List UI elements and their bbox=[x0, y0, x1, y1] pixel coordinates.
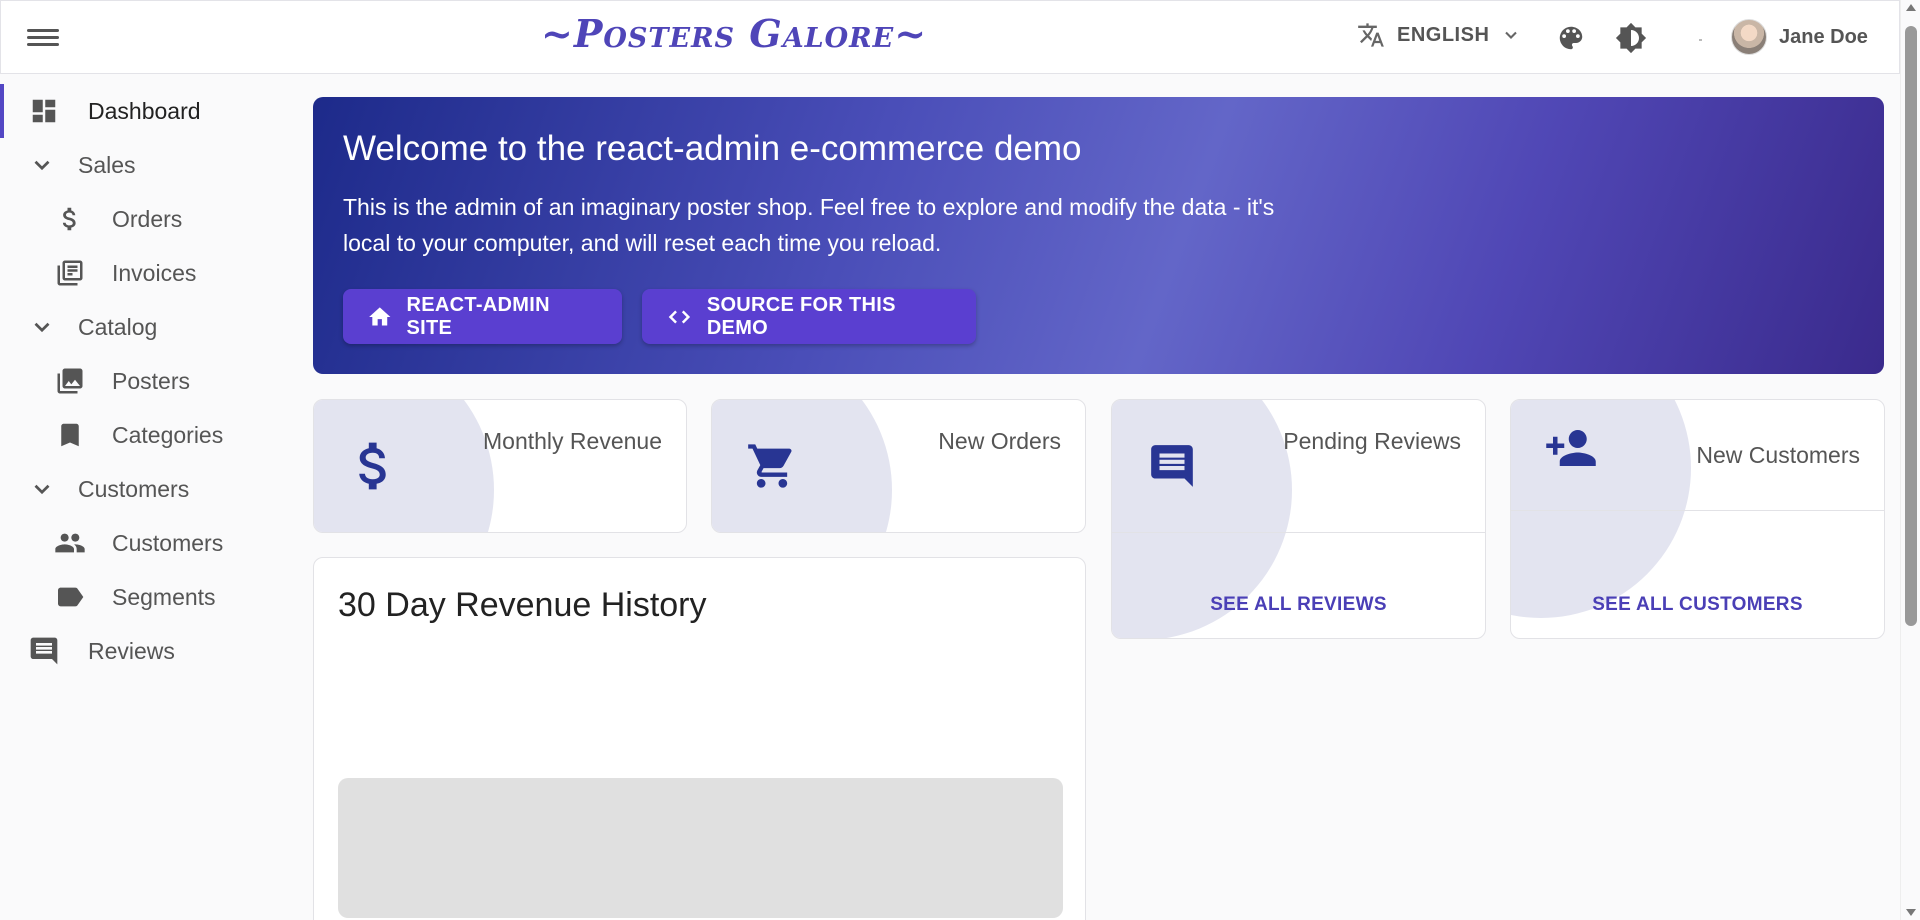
see-all-customers-link[interactable]: SEE ALL CUSTOMERS bbox=[1511, 594, 1884, 616]
sidebar-group-customers[interactable]: Customers bbox=[0, 462, 290, 516]
theme-palette-button[interactable] bbox=[1553, 20, 1589, 56]
palette-icon bbox=[1559, 26, 1583, 50]
sidebar-item-label: Segments bbox=[112, 583, 216, 610]
sidebar-item-label: Dashboard bbox=[88, 97, 201, 124]
chevron-down-icon bbox=[26, 473, 58, 505]
sidebar-item-label: Categories bbox=[112, 421, 224, 448]
person-add-icon bbox=[1541, 418, 1601, 478]
chevron-down-icon bbox=[1505, 31, 1518, 39]
sidebar-item-orders[interactable]: Orders bbox=[0, 192, 290, 246]
app-bar: ~Posters Galore~ ENGLISH Jane Doe bbox=[0, 0, 1900, 74]
see-all-reviews-link[interactable]: SEE ALL REVIEWS bbox=[1112, 594, 1485, 616]
label-icon bbox=[54, 581, 86, 613]
sidebar-item-customers[interactable]: Customers bbox=[0, 516, 290, 570]
brand-title: ~Posters Galore~ bbox=[541, 11, 928, 56]
avatar bbox=[1731, 19, 1767, 55]
button-label: SOURCE FOR THIS DEMO bbox=[706, 293, 896, 339]
brightness-icon bbox=[1615, 22, 1647, 54]
stat-title: New Orders bbox=[938, 428, 1061, 454]
dashboard-icon bbox=[28, 95, 60, 127]
user-menu[interactable]: Jane Doe bbox=[1731, 19, 1868, 55]
sidebar-item-categories[interactable]: Categories bbox=[0, 408, 290, 462]
dollar-icon bbox=[54, 203, 86, 235]
sidebar-item-dashboard[interactable]: Dashboard bbox=[0, 84, 290, 138]
welcome-text: This is the admin of an imaginary poster… bbox=[343, 194, 1275, 256]
stat-title: New Customers bbox=[1696, 442, 1860, 468]
scroll-thumb[interactable] bbox=[1905, 26, 1917, 626]
shopping-cart-icon bbox=[742, 436, 802, 496]
sidebar-group-catalog[interactable]: Catalog bbox=[0, 300, 290, 354]
invoices-icon bbox=[54, 257, 86, 289]
welcome-title: Welcome to the react-admin e-commerce de… bbox=[343, 129, 1082, 168]
dollar-icon bbox=[344, 436, 404, 496]
code-icon bbox=[668, 310, 691, 323]
home-icon bbox=[369, 306, 391, 326]
source-for-demo-button[interactable]: SOURCE FOR THIS DEMO bbox=[642, 289, 976, 344]
sidebar-group-label: Sales bbox=[78, 151, 136, 178]
comment-icon bbox=[28, 635, 60, 667]
sidebar-item-label: Customers bbox=[112, 529, 224, 556]
revenue-history-card: 30 Day Revenue History bbox=[313, 557, 1086, 920]
image-collection-icon bbox=[54, 365, 86, 397]
new-customers-card: New Customers SEE ALL CUSTOMERS bbox=[1510, 399, 1885, 639]
scroll-down-arrow[interactable] bbox=[1906, 909, 1916, 916]
stat-title: Pending Reviews bbox=[1283, 428, 1461, 454]
bookmark-icon bbox=[54, 419, 86, 451]
sidebar-item-posters[interactable]: Posters bbox=[0, 354, 290, 408]
sidebar-item-reviews[interactable]: Reviews bbox=[0, 624, 290, 678]
sidebar-group-label: Customers bbox=[78, 475, 190, 502]
language-label: ENGLISH bbox=[1397, 23, 1490, 46]
sidebar-item-segments[interactable]: Segments bbox=[0, 570, 290, 624]
pending-reviews-card: Pending Reviews SEE ALL REVIEWS bbox=[1111, 399, 1486, 639]
new-orders-card[interactable]: New Orders bbox=[711, 399, 1086, 533]
menu-icon[interactable] bbox=[27, 25, 59, 51]
chart-loading-placeholder bbox=[338, 778, 1063, 918]
chevron-down-icon bbox=[26, 311, 58, 343]
sidebar-item-label: Posters bbox=[112, 367, 190, 394]
divider-dot bbox=[1699, 39, 1702, 41]
user-name: Jane Doe bbox=[1779, 25, 1868, 48]
sidebar-item-label: Invoices bbox=[112, 259, 197, 286]
card-divider bbox=[1511, 510, 1884, 511]
sidebar-item-label: Orders bbox=[112, 205, 183, 232]
people-icon bbox=[54, 527, 86, 559]
revenue-history-title: 30 Day Revenue History bbox=[338, 586, 707, 624]
translate-icon bbox=[1358, 23, 1384, 47]
comment-icon bbox=[1142, 436, 1202, 496]
chevron-down-icon bbox=[26, 149, 58, 181]
dark-mode-button[interactable] bbox=[1613, 20, 1649, 56]
language-selector[interactable]: ENGLISH bbox=[1357, 21, 1521, 49]
sidebar-group-label: Catalog bbox=[78, 313, 158, 340]
sidebar-item-invoices[interactable]: Invoices bbox=[0, 246, 290, 300]
monthly-revenue-card[interactable]: Monthly Revenue bbox=[313, 399, 687, 533]
button-label: REACT-ADMIN SITE bbox=[406, 293, 550, 339]
scroll-up-arrow[interactable] bbox=[1906, 4, 1916, 11]
react-admin-site-button[interactable]: REACT-ADMIN SITE bbox=[343, 289, 622, 344]
sidebar: Dashboard Sales Orders Invoices Catalog … bbox=[0, 84, 290, 678]
stat-title: Monthly Revenue bbox=[483, 428, 662, 454]
card-divider bbox=[1112, 532, 1485, 533]
welcome-banner: Welcome to the react-admin e-commerce de… bbox=[313, 97, 1884, 374]
sidebar-item-label: Reviews bbox=[88, 637, 175, 664]
sidebar-group-sales[interactable]: Sales bbox=[0, 138, 290, 192]
scrollbar[interactable] bbox=[1900, 0, 1920, 920]
